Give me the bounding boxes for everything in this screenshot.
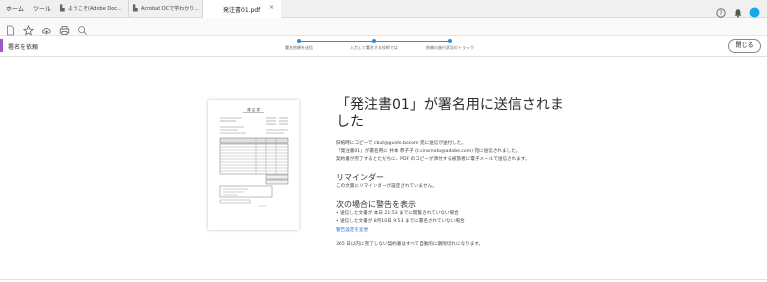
document-thumbnail[interactable]: 発 注 書	[208, 100, 299, 230]
info-line: 契約書が完了するとただちに、PDF のコピーが添付する被旅者に電子メールで送信さ…	[336, 157, 530, 162]
accent-bar	[0, 39, 3, 52]
document-preview-image: 発 注 書	[219, 107, 289, 207]
step-label-sent: 署名依頼を送信	[285, 45, 313, 50]
confirmation-title: 「発注書01」が署名用に送信されました	[336, 97, 564, 130]
info-line: 「発注書01」が署名用に 井本 恭子子 (t.sinsmoto@adobe.co…	[336, 149, 521, 154]
tab-po01-pdf[interactable]: 発注書01.pdf ×	[203, 0, 281, 18]
reminder-heading: リマインダー	[336, 173, 384, 182]
step-label-track: 依頼の進行状況のトラック	[426, 45, 474, 50]
warning-heading: 次の場合に警告を表示	[336, 200, 416, 209]
step-label-sign: 入力して署名する技術では	[350, 45, 398, 50]
tab-label: Acrobat DCで学わかり...	[141, 6, 199, 12]
menu-home[interactable]: ホーム	[6, 4, 24, 13]
tab-acrobat-dc[interactable]: ▙ Acrobat DCで学わかり...	[129, 0, 203, 17]
divider	[0, 279, 767, 280]
expiry-note: 365 日以内に完了しない契約書はすべて自動的に期限切れになります。	[336, 242, 484, 247]
change-warning-link[interactable]: 警告設定を変更	[336, 227, 368, 233]
tab-welcome[interactable]: ▙ ようこそ(Adobe Doc...	[56, 0, 129, 17]
svg-text:?: ?	[719, 10, 722, 17]
print-icon[interactable]	[59, 21, 70, 35]
menu-tools[interactable]: ツール	[33, 4, 51, 13]
tab-label: 発注書01.pdf	[223, 7, 261, 14]
warning-item: • 送信した文書が 本日 21:53 までに閲覧されていない場合	[336, 211, 459, 216]
info-line: 旧紙時にコピーで cbut@guide.bocom 宛に送信が送付した。	[336, 141, 466, 146]
tab-label: ようこそ(Adobe Doc...	[68, 6, 122, 12]
step-dot	[297, 39, 301, 43]
close-tab-icon[interactable]: ×	[269, 4, 274, 11]
reminder-text: この文書にリマインダーが設定されていません。	[336, 184, 437, 189]
warning-item: • 送信した文書が 8月10日 9:53 までに署名されていない場合	[336, 219, 465, 224]
step-dot	[372, 39, 376, 43]
document-icon: ▙	[133, 5, 138, 12]
page-title: 署名を依頼	[8, 44, 39, 51]
search-icon[interactable]	[77, 21, 88, 35]
request-signature-bar: 署名を依頼 署名依頼を送信 入力して署名する技術では 依頼の進行状況のトラック …	[0, 36, 767, 57]
close-button[interactable]: 閉じる	[728, 39, 761, 53]
cloud-upload-icon[interactable]	[41, 21, 52, 35]
svg-text:発 注 書: 発 注 書	[247, 107, 260, 112]
file-icon[interactable]	[5, 21, 16, 36]
toolbar	[0, 18, 767, 36]
step-dot	[448, 39, 452, 43]
document-icon: ▙	[60, 5, 65, 12]
star-icon[interactable]	[22, 21, 35, 36]
tab-bar: ホーム ツール ▙ ようこそ(Adobe Doc... ▙ Acrobat DC…	[0, 0, 767, 18]
